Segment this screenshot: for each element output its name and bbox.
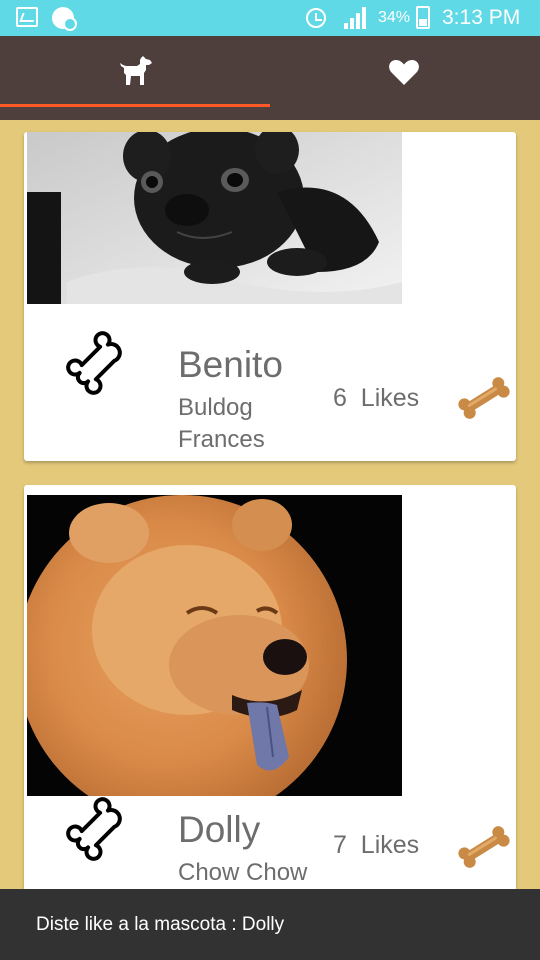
notification-icon [52,7,77,31]
pet-list[interactable]: Benito Buldog Frances 6 Likes Dolly Chow… [0,120,540,960]
pet-likes-count: 7 Likes [333,831,420,859]
like-bone-button[interactable] [456,823,512,871]
bulldog-photo [27,132,402,304]
heart-icon [389,60,419,85]
alarm-icon [306,8,326,28]
tab-indicator [0,104,270,107]
status-bar: 34% 3:13 PM [0,0,540,36]
pet-name: Benito [178,344,283,385]
pet-breed: Buldog Frances [178,394,265,453]
pet-breed: Chow Chow [178,859,308,886]
pet-photo [27,132,402,304]
tab-favorites[interactable] [270,36,540,120]
pet-card: Benito Buldog Frances 6 Likes [24,132,516,461]
snackbar-message: Diste like a la mascota : Dolly [36,914,285,935]
battery-charging-icon [416,6,430,29]
bone-outline-icon [66,331,122,395]
signal-icon [344,7,370,29]
battery-percent: 34% [378,9,411,26]
pet-card: Dolly Chow Chow 7 Likes [24,485,516,905]
dog-icon [120,56,152,85]
snackbar: Diste like a la mascota : Dolly [0,889,540,960]
pet-photo [27,495,402,796]
gallery-icon [16,7,38,27]
bone-outline-icon [66,797,122,861]
like-bone-button[interactable] [456,374,512,422]
tab-dogs[interactable] [0,36,270,120]
tab-bar [0,36,540,120]
pet-likes-count: 6 Likes [333,384,420,412]
pet-name: Dolly [178,809,261,850]
status-time: 3:13 PM [442,6,521,29]
chow-chow-photo [27,495,402,796]
